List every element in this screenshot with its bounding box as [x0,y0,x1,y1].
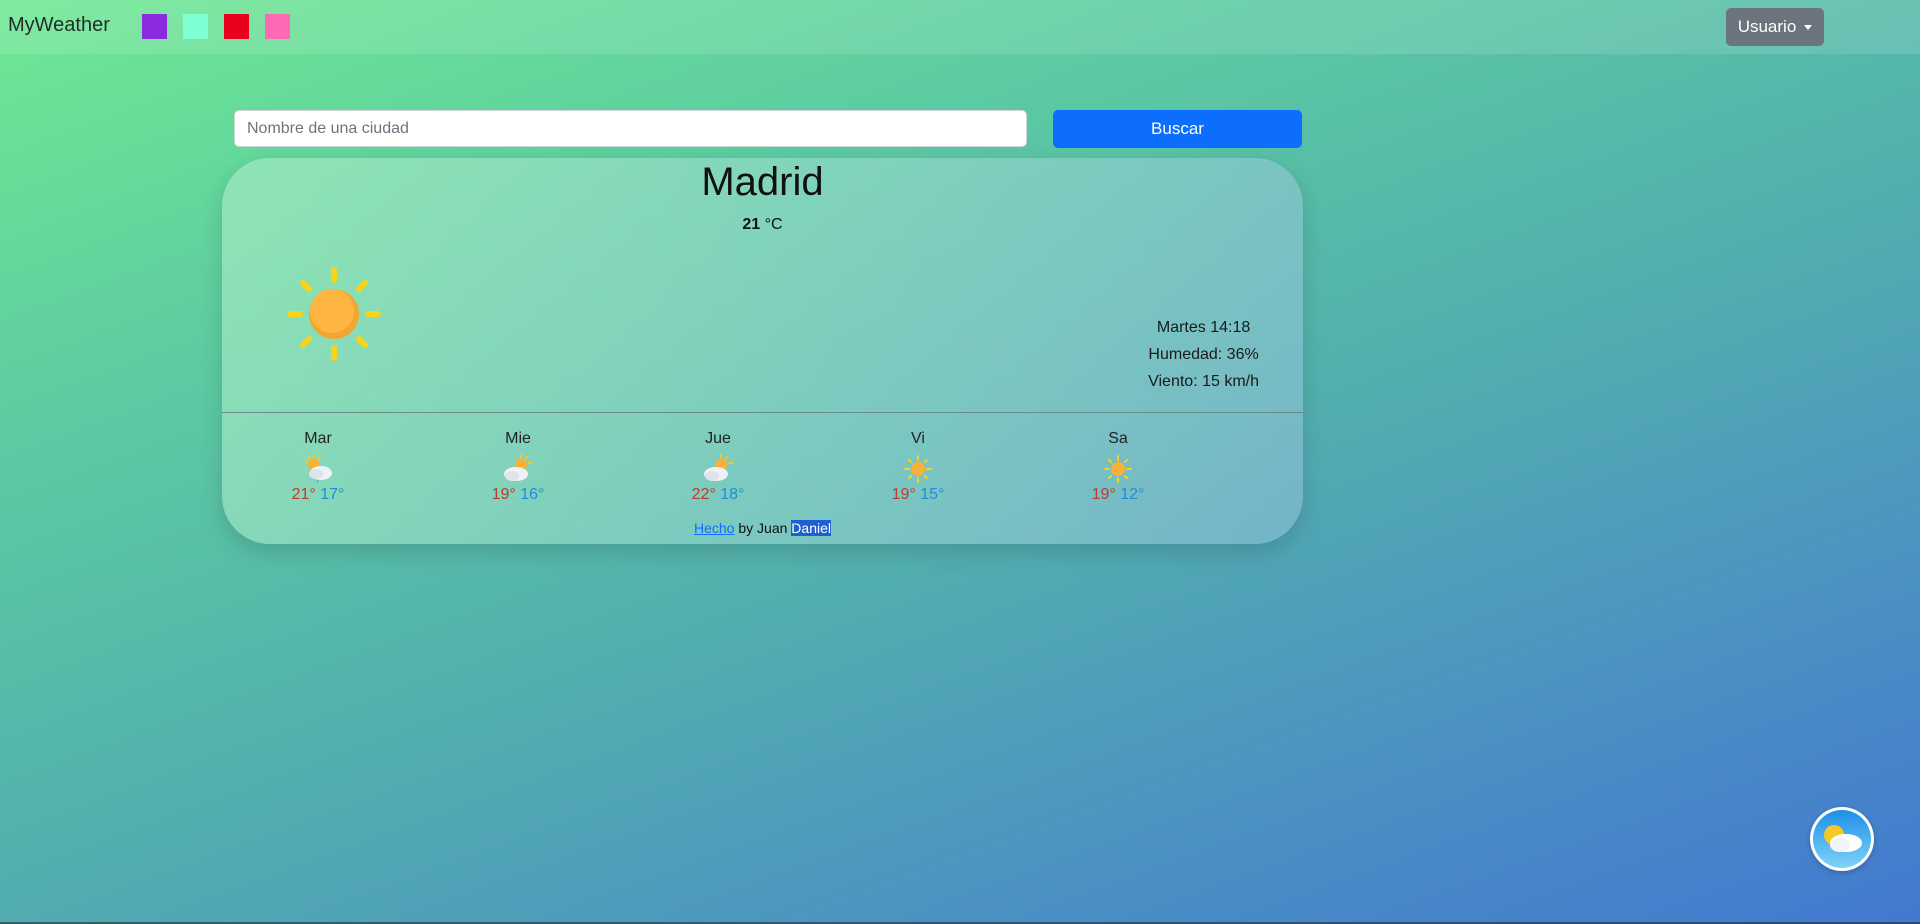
forecast-low: 15° [920,486,945,503]
forecast-day-name: Mie [505,430,531,447]
forecast-range: 22° 18° [668,486,768,504]
forecast-high: 19° [491,486,516,503]
theme-swatch-purple[interactable] [142,14,167,39]
city-search-input[interactable] [234,110,1027,147]
forecast-low: 16° [520,486,545,503]
temperature-value: 21 [742,216,761,233]
forecast-range: 19° 15° [868,486,968,504]
city-name: Madrid [701,160,824,204]
sun-icon [1104,455,1132,483]
user-menu-label: Usuario [1737,17,1797,36]
theme-swatch-red[interactable] [224,14,249,39]
forecast-day-name: Sa [1108,430,1128,447]
wind: Viento: 15 km/h [1148,373,1259,390]
weather-card: Madrid 21 °C Martes 14:18 Humedad: 36% V… [222,158,1303,544]
forecast-day-name: Mar [304,430,332,447]
forecast-day: Jue 22° 18° [668,430,768,504]
caret-down-icon [1804,24,1813,30]
forecast-low: 18° [720,486,745,503]
footer-highlighted-name: Daniel [791,520,831,536]
forecast-high: 22° [691,486,716,503]
forecast-high: 19° [891,486,916,503]
brand-title[interactable]: MyWeather [8,14,110,37]
forecast-day-name: Jue [705,430,731,447]
forecast-day-name: Vi [911,430,925,447]
search-button[interactable]: Buscar [1053,110,1302,148]
sun-cloud-icon [1813,810,1871,868]
partly-cloudy-icon [704,454,733,481]
forecast-day: Mie 19° 16° [468,430,568,504]
humidity: Humedad: 36% [1148,346,1259,363]
hecho-link[interactable]: Hecho [694,520,734,536]
forecast-low: 17° [320,486,345,503]
forecast-range: 19° 16° [468,486,568,504]
sun-icon [904,455,932,483]
forecast-day: Vi 19° 15° [868,430,968,504]
forecast-range: 21° 17° [268,486,368,504]
temperature-unit: °C [764,216,783,233]
weather-details: Martes 14:18 Humedad: 36% Viento: 15 km/… [1148,314,1259,395]
forecast-high: 21° [291,486,316,503]
theme-swatch-aquamarine[interactable] [183,14,208,39]
weather-app-icon[interactable] [1810,807,1874,871]
footer-text: by Juan [734,520,792,536]
theme-swatch-pink[interactable] [265,14,290,39]
footer-credit: Hecho by Juan Daniel [222,520,1303,536]
forecast-range: 19° 12° [1068,486,1168,504]
current-temperature: 21 °C [222,216,1303,234]
partly-cloudy-icon [504,454,533,481]
user-menu-button[interactable]: Usuario [1726,8,1824,46]
partly-cloudy-rain-icon [305,454,332,484]
navbar: MyWeather Usuario [0,0,1920,54]
day-time: Martes 14:18 [1156,319,1251,336]
forecast-day: Mar 21° 17° [268,430,368,504]
forecast-low: 12° [1120,486,1145,503]
divider [222,412,1303,413]
forecast-high: 19° [1091,486,1116,503]
sun-icon [287,267,381,361]
forecast-day: Sa 19° 12° [1068,430,1168,504]
